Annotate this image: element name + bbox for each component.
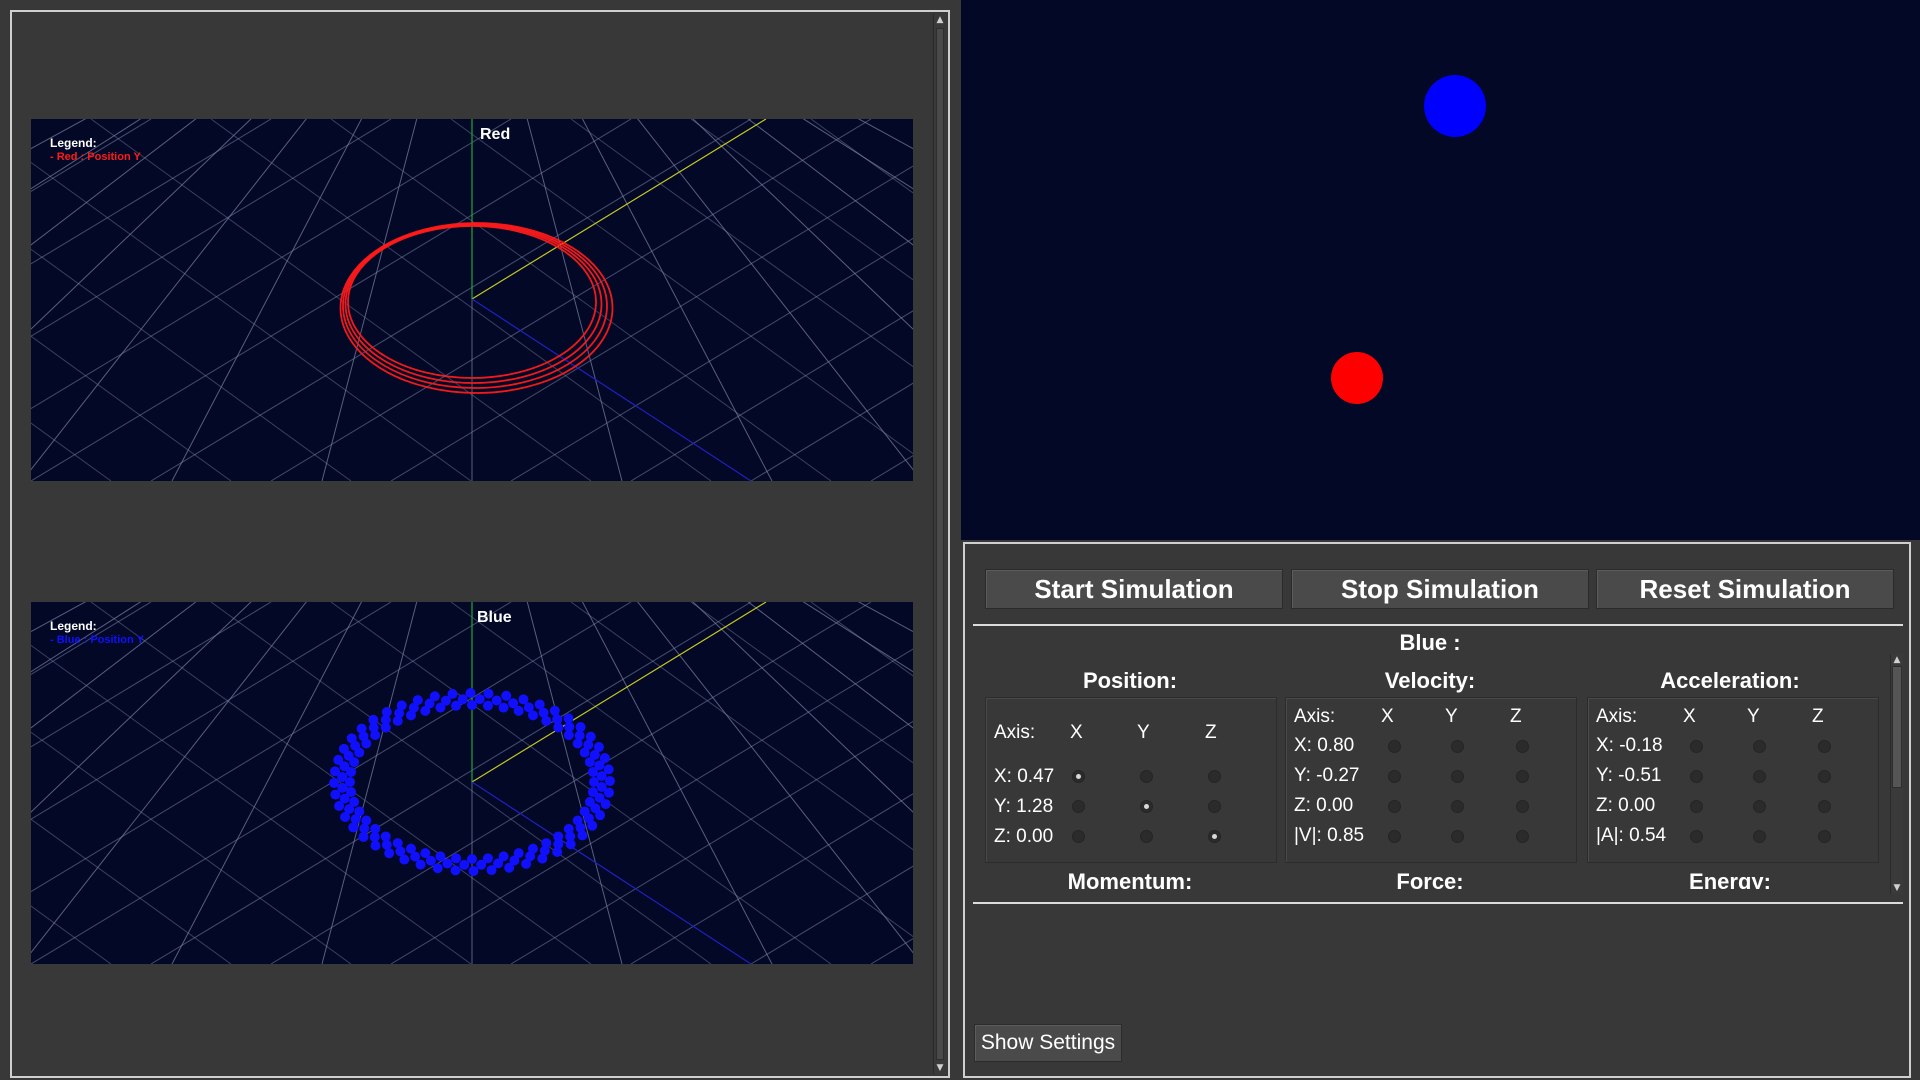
- position-row-z: Z: 0.00: [994, 826, 1054, 847]
- axis-radio[interactable]: [1516, 800, 1529, 813]
- acceleration-row-y: Y: -0.51: [1596, 765, 1662, 786]
- axis-radio[interactable]: [1690, 770, 1703, 783]
- axis-radio[interactable]: [1818, 770, 1831, 783]
- axis-radio[interactable]: [1072, 770, 1085, 783]
- axis-radio[interactable]: [1388, 800, 1401, 813]
- acceleration-col-x: X: [1683, 706, 1696, 727]
- blue-trajectory-plot[interactable]: Blue Legend: - Blue : Position Y: [31, 602, 913, 964]
- position-axis-label: Axis:: [994, 722, 1036, 743]
- axis-radio[interactable]: [1753, 740, 1766, 753]
- acceleration-col-z: Z: [1812, 706, 1824, 727]
- axis-radio[interactable]: [1388, 770, 1401, 783]
- red-plot-canvas: [31, 119, 913, 481]
- plot-title-blue: Blue: [477, 609, 512, 626]
- start-simulation-button[interactable]: Start Simulation: [985, 569, 1283, 609]
- axis-radio[interactable]: [1516, 770, 1529, 783]
- plots-panel: Red Legend: - Red : Position Y Blue Lege…: [10, 10, 950, 1078]
- velocity-col-x: X: [1381, 706, 1394, 727]
- velocity-row-y: Y: -0.27: [1294, 765, 1360, 786]
- velocity-row-x: X: 0.80: [1294, 735, 1355, 756]
- acceleration-col-y: Y: [1747, 706, 1760, 727]
- axis-radio[interactable]: [1818, 830, 1831, 843]
- divider-bottom: [973, 902, 1903, 904]
- axis-radio[interactable]: [1753, 770, 1766, 783]
- legend-item-red: - Red : Position Y: [50, 151, 141, 163]
- stop-simulation-button[interactable]: Stop Simulation: [1291, 569, 1589, 609]
- acceleration-row-magnitude: |A|: 0.54: [1596, 825, 1667, 846]
- z-axis-line: [471, 781, 752, 964]
- force-title: Force:: [1396, 869, 1464, 889]
- axis-radio[interactable]: [1818, 740, 1831, 753]
- divider-top: [973, 624, 1903, 626]
- red-ball: [1331, 352, 1383, 404]
- position-row-x: X: 0.47: [994, 766, 1055, 787]
- plots-scrollbar[interactable]: ▲ ▼: [933, 14, 946, 1074]
- simulation-viewport[interactable]: [961, 0, 1920, 540]
- axis-radio[interactable]: [1140, 770, 1153, 783]
- scrollbar-thumb[interactable]: [936, 28, 944, 1060]
- axis-radio[interactable]: [1690, 740, 1703, 753]
- energy-title: Energy:: [1689, 869, 1771, 889]
- axis-radio[interactable]: [1451, 830, 1464, 843]
- position-group: Axis: X Y Z X: 0.47 Y: 1.28 Z: 0.00: [985, 697, 1277, 863]
- acceleration-row-z: Z: 0.00: [1596, 795, 1656, 816]
- stats-scroll-up-icon[interactable]: ▲: [1891, 654, 1903, 666]
- axis-radio[interactable]: [1690, 800, 1703, 813]
- axis-radio[interactable]: [1208, 800, 1221, 813]
- axis-radio[interactable]: [1516, 830, 1529, 843]
- axis-radio[interactable]: [1208, 770, 1221, 783]
- axis-radio[interactable]: [1516, 740, 1529, 753]
- axis-radio[interactable]: [1388, 740, 1401, 753]
- next-sections-clip: Momentum: Force: Energy:: [985, 869, 1885, 889]
- position-title: Position:: [1082, 668, 1178, 693]
- axis-radio[interactable]: [1818, 800, 1831, 813]
- body-title: Blue :: [1399, 630, 1461, 655]
- velocity-group: Axis: X Y Z X: 0.80 Y: -0.27 Z: 0.00 |V|…: [1285, 697, 1577, 863]
- red-trajectory-plot[interactable]: Red Legend: - Red : Position Y: [31, 119, 913, 481]
- axis-radio[interactable]: [1451, 770, 1464, 783]
- legend-item-blue: - Blue : Position Y: [50, 634, 144, 646]
- axis-radio[interactable]: [1753, 830, 1766, 843]
- plot-title-red: Red: [480, 126, 511, 143]
- legend-heading-blue: Legend:: [50, 619, 97, 633]
- axis-radio[interactable]: [1388, 830, 1401, 843]
- momentum-title: Momentum:: [1067, 869, 1193, 889]
- axis-radio[interactable]: [1753, 800, 1766, 813]
- axis-radio[interactable]: [1072, 800, 1085, 813]
- acceleration-axis-label: Axis:: [1596, 706, 1638, 727]
- velocity-row-z: Z: 0.00: [1294, 795, 1354, 816]
- stats-scrollbar-thumb[interactable]: [1892, 666, 1902, 788]
- legend-heading-red: Legend:: [50, 136, 97, 150]
- blue-plot-canvas: [31, 602, 913, 964]
- velocity-axis-label: Axis:: [1294, 706, 1336, 727]
- axis-radio[interactable]: [1451, 800, 1464, 813]
- velocity-col-z: Z: [1510, 706, 1522, 727]
- control-panel: Start Simulation Stop Simulation Reset S…: [963, 542, 1911, 1078]
- blue-ball: [1424, 75, 1486, 137]
- axis-radio[interactable]: [1072, 830, 1085, 843]
- stats-scrollbar[interactable]: ▲ ▼: [1890, 654, 1903, 894]
- velocity-title: Velocity:: [1384, 668, 1476, 693]
- scroll-down-icon[interactable]: ▼: [934, 1062, 946, 1074]
- position-col-y: Y: [1137, 722, 1150, 743]
- position-col-x: X: [1070, 722, 1083, 743]
- position-col-z: Z: [1205, 722, 1217, 743]
- axis-radio[interactable]: [1140, 830, 1153, 843]
- axis-radio[interactable]: [1208, 830, 1221, 843]
- scroll-up-icon[interactable]: ▲: [934, 14, 946, 26]
- velocity-row-magnitude: |V|: 0.85: [1294, 825, 1365, 846]
- red-trajectory: [339, 222, 614, 394]
- show-settings-button[interactable]: Show Settings: [974, 1024, 1122, 1062]
- reset-simulation-button[interactable]: Reset Simulation: [1596, 569, 1894, 609]
- acceleration-row-x: X: -0.18: [1596, 735, 1663, 756]
- velocity-col-y: Y: [1445, 706, 1458, 727]
- acceleration-group: Axis: X Y Z X: -0.18 Y: -0.51 Z: 0.00 |A…: [1587, 697, 1879, 863]
- axis-radio[interactable]: [1140, 800, 1153, 813]
- stats-scroll-down-icon[interactable]: ▼: [1891, 882, 1903, 894]
- position-row-y: Y: 1.28: [994, 796, 1054, 817]
- axis-radio[interactable]: [1690, 830, 1703, 843]
- axis-radio[interactable]: [1451, 740, 1464, 753]
- acceleration-title: Acceleration:: [1660, 668, 1800, 693]
